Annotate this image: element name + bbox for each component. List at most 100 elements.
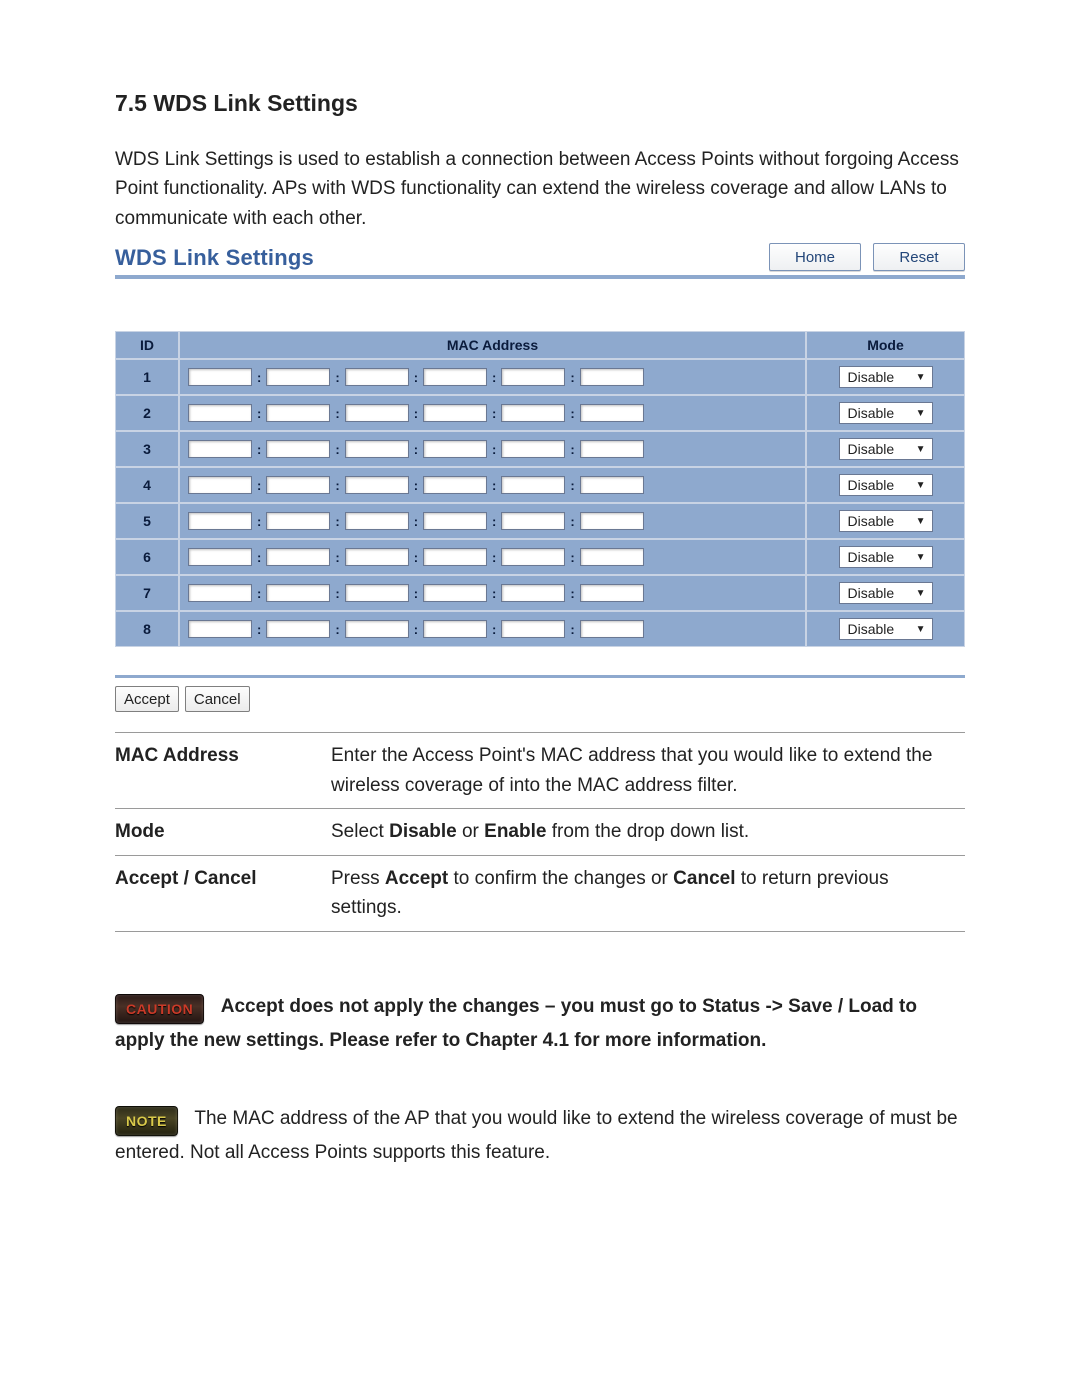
mode-cell: Disable▼: [806, 467, 965, 503]
mac-separator: :: [568, 406, 576, 421]
chevron-down-icon: ▼: [916, 624, 926, 635]
mac-octet-input[interactable]: [580, 368, 644, 386]
mac-octet-input[interactable]: [266, 476, 330, 494]
mac-octet-input[interactable]: [188, 476, 252, 494]
mac-octet-input[interactable]: [501, 404, 565, 422]
col-id: ID: [115, 331, 179, 359]
mode-select[interactable]: Disable▼: [839, 474, 933, 496]
mac-separator: :: [412, 622, 420, 637]
table-row: 1:::::Disable▼: [115, 359, 965, 395]
panel-title: WDS Link Settings: [115, 245, 314, 273]
mac-octet-input[interactable]: [266, 548, 330, 566]
mac-octet-input[interactable]: [345, 368, 409, 386]
mac-octet-input[interactable]: [266, 512, 330, 530]
row-id: 6: [115, 539, 179, 575]
mac-separator: :: [568, 370, 576, 385]
mac-octet-input[interactable]: [423, 584, 487, 602]
mac-octet-input[interactable]: [423, 548, 487, 566]
mac-octet-input[interactable]: [345, 548, 409, 566]
table-row: 2:::::Disable▼: [115, 395, 965, 431]
mac-octet-input[interactable]: [580, 440, 644, 458]
mac-octet-input[interactable]: [345, 584, 409, 602]
mac-cell: :::::: [179, 575, 806, 611]
mac-separator: :: [568, 478, 576, 493]
note-text: The MAC address of the AP that you would…: [115, 1108, 958, 1163]
wds-table-header-row: ID MAC Address Mode: [115, 331, 965, 359]
mac-separator: :: [333, 406, 341, 421]
mac-octet-input[interactable]: [345, 512, 409, 530]
mode-select[interactable]: Disable ▼: [839, 618, 933, 640]
desc-term: MAC Address: [115, 733, 331, 809]
mac-octet-input[interactable]: [266, 440, 330, 458]
mac-octet-input[interactable]: [188, 548, 252, 566]
mac-octet-input[interactable]: [188, 368, 252, 386]
table-row: 5:::::Disable▼: [115, 503, 965, 539]
mode-select[interactable]: Disable▼: [839, 582, 933, 604]
mac-octet-input[interactable]: [501, 440, 565, 458]
mac-octet-input[interactable]: [188, 404, 252, 422]
mode-select-value: Disable: [848, 621, 895, 637]
desc-text: Enter the Access Point's MAC address tha…: [331, 733, 965, 809]
table-row: 3:::::Disable▼: [115, 431, 965, 467]
mac-separator: :: [490, 442, 498, 457]
panel-header: WDS Link Settings Home Reset: [115, 243, 965, 279]
mac-octet-input[interactable]: [345, 620, 409, 638]
mac-octet-input[interactable]: [188, 620, 252, 638]
mac-octet-input[interactable]: [580, 476, 644, 494]
mac-octet-input[interactable]: [423, 512, 487, 530]
mac-octet-input[interactable]: [266, 620, 330, 638]
mac-octet-input[interactable]: [580, 620, 644, 638]
mac-separator: :: [412, 370, 420, 385]
desc-row-accept-cancel: Accept / Cancel Press Accept to confirm …: [115, 855, 965, 931]
mac-separator: :: [412, 478, 420, 493]
mac-separator: :: [490, 478, 498, 493]
home-button[interactable]: Home: [769, 243, 861, 271]
mac-octet-input[interactable]: [188, 512, 252, 530]
mac-separator: :: [255, 406, 263, 421]
cancel-button[interactable]: Cancel: [185, 686, 250, 712]
mac-octet-input[interactable]: [423, 620, 487, 638]
section-heading: 7.5 WDS Link Settings: [115, 90, 965, 117]
mode-select-value: Disable: [848, 585, 895, 601]
reset-button[interactable]: Reset: [873, 243, 965, 271]
mac-octet-input[interactable]: [188, 584, 252, 602]
mac-octet-input[interactable]: [345, 404, 409, 422]
mac-octet-input[interactable]: [501, 476, 565, 494]
mac-octet-input[interactable]: [580, 404, 644, 422]
mode-select[interactable]: Disable▼: [839, 402, 933, 424]
mac-octet-input[interactable]: [580, 584, 644, 602]
row-id: 1: [115, 359, 179, 395]
mac-octet-input[interactable]: [423, 440, 487, 458]
mac-octet-input[interactable]: [266, 584, 330, 602]
mac-octet-input[interactable]: [423, 404, 487, 422]
mac-octet-input[interactable]: [501, 620, 565, 638]
mac-octet-input[interactable]: [501, 584, 565, 602]
row-id: 7: [115, 575, 179, 611]
section-intro: WDS Link Settings is used to establish a…: [115, 145, 965, 233]
mac-cell: :::::: [179, 539, 806, 575]
mac-octet-input[interactable]: [501, 548, 565, 566]
mode-cell: Disable ▼: [806, 611, 965, 647]
mac-octet-input[interactable]: [580, 548, 644, 566]
mac-octet-input[interactable]: [580, 512, 644, 530]
chevron-down-icon: ▼: [916, 408, 926, 419]
mac-octet-input[interactable]: [266, 404, 330, 422]
mode-select[interactable]: Disable▼: [839, 546, 933, 568]
mac-octet-input[interactable]: [423, 476, 487, 494]
mac-octet-input[interactable]: [345, 476, 409, 494]
table-row: 4:::::Disable▼: [115, 467, 965, 503]
mac-octet-input[interactable]: [188, 440, 252, 458]
mac-octet-input[interactable]: [501, 368, 565, 386]
mode-select[interactable]: Disable▼: [839, 510, 933, 532]
accept-button[interactable]: Accept: [115, 686, 179, 712]
mac-octet-input[interactable]: [345, 440, 409, 458]
mode-select[interactable]: Disable▼: [839, 366, 933, 388]
mac-octet-input[interactable]: [266, 368, 330, 386]
mode-select-value: Disable: [848, 441, 895, 457]
mac-octet-input[interactable]: [501, 512, 565, 530]
mac-separator: :: [333, 442, 341, 457]
mac-octet-input[interactable]: [423, 368, 487, 386]
caution-callout: CAUTION Accept does not apply the change…: [115, 990, 965, 1058]
mode-select[interactable]: Disable▼: [839, 438, 933, 460]
mac-separator: :: [490, 514, 498, 529]
